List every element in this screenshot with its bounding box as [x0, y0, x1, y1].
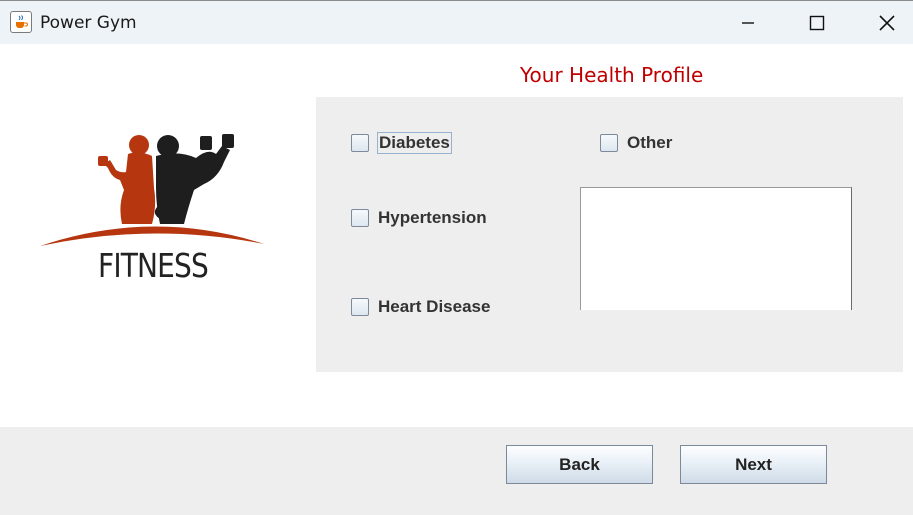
checkbox-box[interactable]: [600, 134, 618, 152]
maximize-button[interactable]: [794, 1, 840, 45]
checkbox-box[interactable]: [351, 209, 369, 227]
heart-disease-checkbox[interactable]: Heart Disease: [351, 296, 491, 318]
checkbox-label[interactable]: Other: [626, 132, 673, 154]
checkbox-label[interactable]: Heart Disease: [377, 296, 491, 318]
checkbox-label[interactable]: Diabetes: [377, 132, 452, 154]
next-button[interactable]: Next: [680, 445, 827, 484]
minimize-icon: [742, 22, 754, 24]
other-checkbox[interactable]: Other: [600, 132, 673, 154]
female-figure-icon: [98, 135, 156, 224]
fitness-logo: FITNESS: [38, 128, 268, 288]
logo-text: FITNESS: [98, 246, 209, 285]
checkbox-label[interactable]: Hypertension: [377, 207, 488, 229]
checkbox-box[interactable]: [351, 298, 369, 316]
java-cup-icon[interactable]: [10, 11, 32, 33]
back-button[interactable]: Back: [506, 445, 653, 484]
title-bar[interactable]: Power Gym: [0, 0, 913, 44]
minimize-button[interactable]: [725, 1, 771, 45]
checkbox-box[interactable]: [351, 134, 369, 152]
close-icon: [879, 15, 895, 31]
hypertension-checkbox[interactable]: Hypertension: [351, 207, 488, 229]
diabetes-checkbox[interactable]: Diabetes: [351, 132, 452, 154]
maximize-icon: [809, 15, 825, 31]
window-title: Power Gym: [40, 13, 137, 33]
close-button[interactable]: [864, 1, 910, 45]
other-details-textarea[interactable]: [580, 187, 852, 310]
arc-swoosh: [40, 226, 264, 246]
page-heading: Your Health Profile: [520, 63, 704, 87]
male-figure-icon: [154, 134, 234, 224]
